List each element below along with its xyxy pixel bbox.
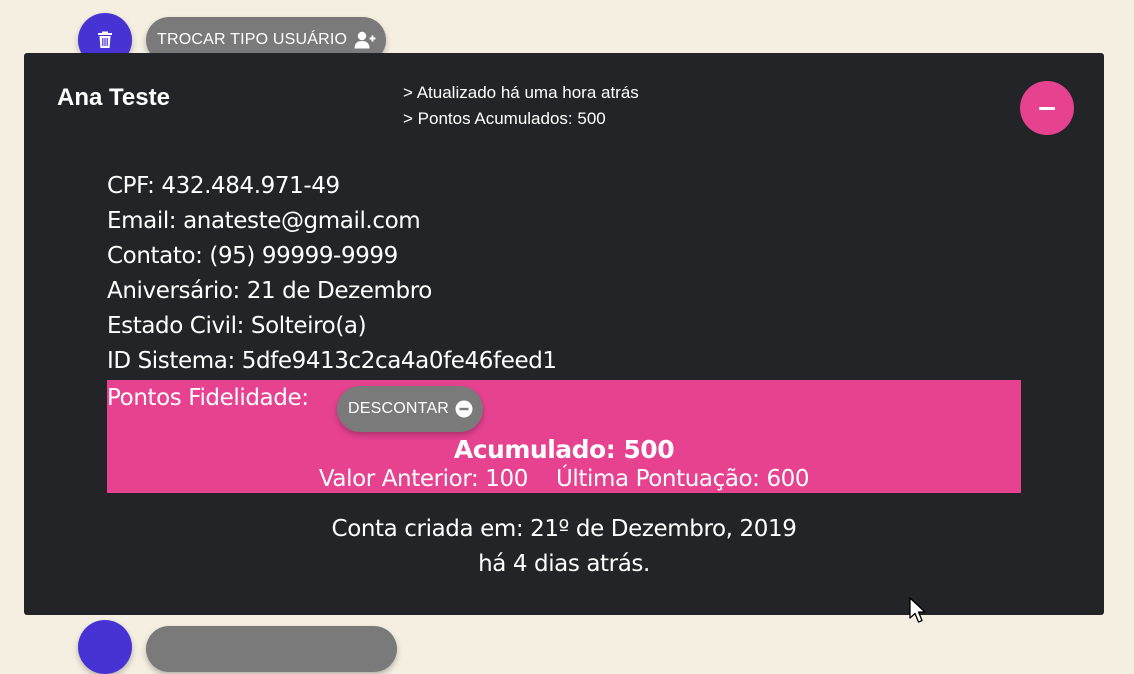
accumulated-points: Acumulado: 500 (453, 435, 675, 464)
discount-button[interactable]: DESCONTAR (337, 386, 484, 432)
cpf-text: CPF: 432.484.971-49 (107, 173, 340, 199)
minus-icon (1039, 106, 1055, 110)
system-id-text: ID Sistema: 5dfe9413c2ca4a0fe46feed1 (107, 348, 557, 374)
account-created-text: Conta criada em: 21º de Dezembro, 2019 (331, 516, 797, 542)
loyalty-points-panel: Pontos Fidelidade: DESCONTAR Acumulado: … (107, 380, 1021, 493)
email-text: Email: anateste@gmail.com (107, 208, 421, 234)
last-updated-text: > Atualizado há uma hora atrás (403, 83, 639, 102)
add-user-icon (354, 31, 376, 49)
collapse-button[interactable] (1020, 81, 1074, 135)
trash-icon (98, 31, 112, 48)
loyalty-points-label: Pontos Fidelidade: (107, 385, 309, 411)
accumulated-points-summary: > Pontos Acumulados: 500 (403, 109, 606, 128)
next-switch-user-type-button[interactable] (146, 626, 397, 672)
birthday-text: Aniversário: 21 de Dezembro (107, 278, 432, 304)
minus-circle-icon (455, 400, 473, 418)
last-score: Última Pontuação: 600 (555, 466, 810, 492)
account-age-text: há 4 dias atrás. (478, 551, 650, 577)
previous-value: Valor Anterior: 100 (318, 466, 528, 492)
discount-label: DESCONTAR (348, 400, 450, 417)
contact-text: Contato: (95) 99999-9999 (107, 243, 398, 269)
user-name: Ana Teste (57, 84, 170, 111)
user-card: Ana Teste > Atualizado há uma hora atrás… (24, 53, 1104, 615)
civil-status-text: Estado Civil: Solteiro(a) (107, 313, 367, 339)
next-delete-user-button[interactable] (78, 620, 132, 674)
mouse-cursor-icon (909, 597, 926, 623)
points-history: Valor Anterior: 100 Última Pontuação: 600 (107, 466, 1021, 492)
switch-user-type-label: TROCAR TIPO USUÁRIO (157, 31, 348, 48)
